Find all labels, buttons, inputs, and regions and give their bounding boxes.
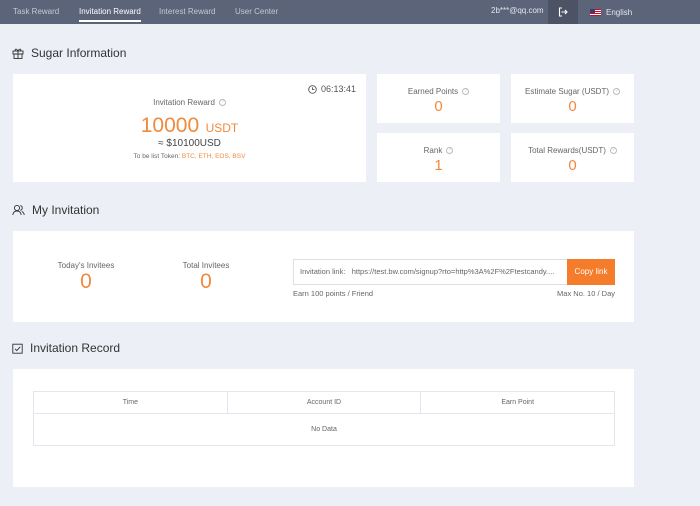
table-header-row: Time Account ID Earn Point	[34, 392, 614, 414]
reward-amount-row: 10000 USDT	[13, 114, 366, 138]
invitation-link-label: Invitation link:	[300, 267, 346, 276]
invitation-record-heading: Invitation Record	[12, 341, 120, 355]
total-rewards-card: Total Rewards(USDT)? 0	[511, 133, 634, 182]
earned-points-card: Earned Points? 0	[377, 74, 500, 123]
invitation-reward-card: 06:13:41 Invitation Reward? 10000 USDT ≈…	[13, 74, 366, 182]
tab-task-reward[interactable]: Task Reward	[13, 0, 59, 24]
section-title: Sugar Information	[31, 46, 127, 60]
reward-label-row: Invitation Reward?	[13, 98, 366, 107]
estimate-sugar-card: Estimate Sugar (USDT)? 0	[511, 74, 634, 123]
gift-icon	[12, 48, 24, 59]
token-list-prefix: To be list Token:	[133, 153, 181, 160]
todays-invitees-label: Today's Invitees	[57, 261, 115, 270]
total-invitees-value: 0	[200, 270, 212, 293]
earn-points-note: Earn 100 points / Friend	[293, 289, 374, 298]
column-header-account-id: Account ID	[228, 392, 422, 413]
stat-label-row: Rank?	[377, 146, 500, 155]
language-selector[interactable]: English	[590, 0, 632, 24]
copy-link-button[interactable]: Copy link	[567, 259, 615, 285]
reward-label: Invitation Reward	[153, 98, 215, 107]
stat-label: Total Rewards(USDT)	[528, 146, 606, 155]
users-icon	[12, 204, 25, 216]
logout-icon	[558, 7, 568, 17]
todays-invitees-value: 0	[80, 270, 92, 293]
invitation-link-field[interactable]: Invitation link: https://test.bw.com/sig…	[293, 259, 567, 285]
invitation-record-table: Time Account ID Earn Point No Data	[33, 391, 615, 446]
token-list: BTC, ETH, EOS, BSV	[181, 153, 246, 160]
total-invitees-label: Total Invitees	[182, 261, 230, 270]
rank-card: Rank? 1	[377, 133, 500, 182]
clock-icon	[308, 84, 317, 94]
us-flag-icon	[590, 8, 601, 16]
reward-amount: 10000	[140, 114, 200, 137]
column-header-earn-point: Earn Point	[501, 399, 535, 406]
top-navigation-bar: Task Reward Invitation Reward Interest R…	[0, 0, 700, 24]
stat-label-row: Earned Points?	[377, 87, 500, 96]
user-email[interactable]: 2b***@qq.com	[491, 0, 544, 24]
tab-interest-reward[interactable]: Interest Reward	[159, 0, 215, 24]
language-label: English	[606, 7, 633, 17]
stat-label: Earned Points	[407, 87, 459, 96]
column-header-time: Time	[34, 392, 228, 413]
max-per-day-note: Max No. 10 / Day	[557, 289, 615, 298]
earned-points-value: 0	[434, 98, 443, 115]
help-icon[interactable]: ?	[446, 147, 454, 155]
tab-user-center[interactable]: User Center	[235, 0, 278, 24]
section-title: My Invitation	[32, 203, 100, 217]
rank-value: 1	[434, 157, 443, 174]
section-title: Invitation Record	[30, 341, 121, 355]
countdown-timer: 06:13:41	[308, 84, 356, 94]
tab-invitation-reward[interactable]: Invitation Reward	[79, 0, 141, 24]
help-icon[interactable]: ?	[613, 88, 621, 96]
stat-label: Estimate Sugar (USDT)	[524, 87, 610, 96]
help-icon[interactable]: ?	[609, 147, 617, 155]
sugar-information-heading: Sugar Information	[12, 46, 126, 60]
empty-state-text: No Data	[311, 426, 337, 433]
timer-value: 06:13:41	[320, 84, 356, 94]
estimate-sugar-value: 0	[568, 98, 577, 115]
total-rewards-value: 0	[568, 157, 577, 174]
stat-label: Rank	[423, 146, 443, 155]
stat-label-row: Total Rewards(USDT)?	[511, 146, 634, 155]
help-icon[interactable]: ?	[462, 88, 470, 96]
logout-button[interactable]	[548, 0, 578, 24]
help-icon[interactable]: ?	[218, 99, 226, 107]
reward-unit: USDT	[205, 121, 239, 135]
checkbox-icon	[12, 343, 23, 354]
stat-label-row: Estimate Sugar (USDT)?	[511, 87, 634, 96]
token-list-row: To be list Token: BTC, ETH, EOS, BSV	[13, 153, 366, 160]
invitation-link-url[interactable]: https://test.bw.com/signup?rto=http%3A%2…	[352, 267, 555, 276]
my-invitation-heading: My Invitation	[12, 203, 99, 217]
reward-usd-equivalent: ≈ $10100USD	[158, 138, 221, 149]
